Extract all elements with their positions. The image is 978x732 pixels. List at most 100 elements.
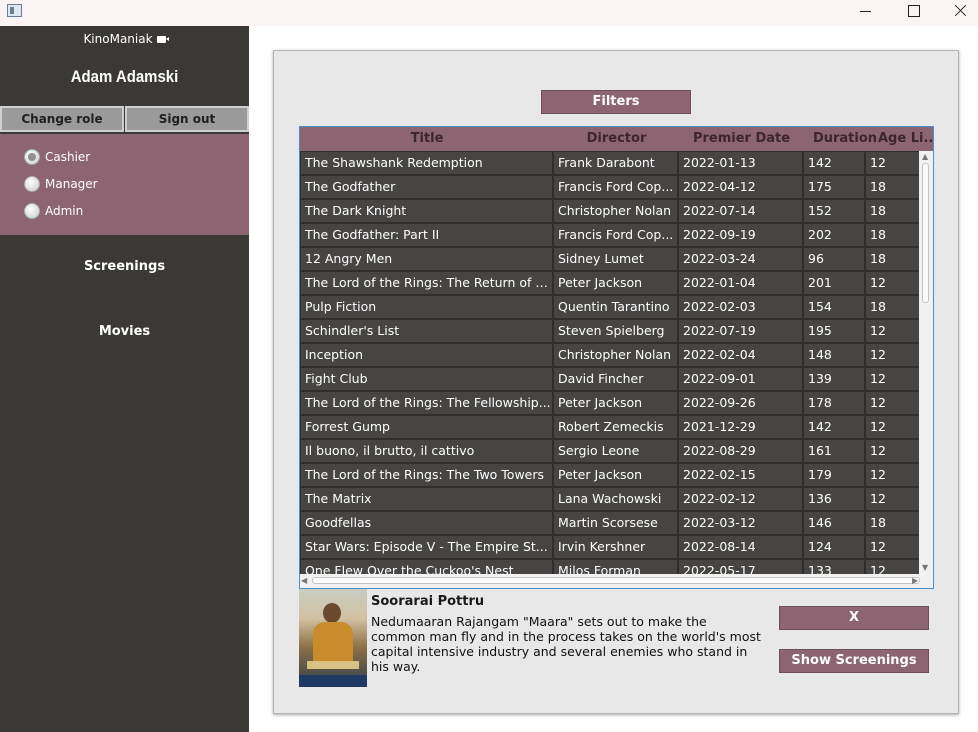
nav-screenings[interactable]: Screenings <box>0 259 249 274</box>
close-details-button[interactable]: X <box>779 606 929 630</box>
sidebar: KinoManiak Adam Adamski Change role Sign… <box>0 26 249 732</box>
table-cell: Milos Forman <box>554 560 677 574</box>
table-row[interactable]: Inception Christopher Nolan 2022-02-04 148 1… <box>300 343 919 367</box>
table-cell: 96 <box>804 248 864 270</box>
table-cell: 18 <box>866 512 919 534</box>
table-row[interactable]: The Dark Knight Christopher Nolan 2022-07-… <box>300 199 919 223</box>
table-cell: 2022-07-19 <box>679 320 802 342</box>
table-row[interactable]: The Godfather: Part II Francis Ford Cop..… <box>300 223 919 247</box>
table-row[interactable]: 12 Angry Men Sidney Lumet 2022-03-24 96 18 <box>300 247 919 271</box>
table-row[interactable]: One Flew Over the Cuckoo's Nest Milos For… <box>300 559 919 574</box>
table-row[interactable]: Schindler's List Steven Spielberg 2022-07-… <box>300 319 919 343</box>
filters-button[interactable]: Filters <box>541 90 691 114</box>
scroll-up-icon[interactable]: ▲ <box>922 152 928 162</box>
radio-checked-icon[interactable] <box>24 149 40 165</box>
minimize-icon[interactable] <box>842 0 888 22</box>
table-cell: 178 <box>804 392 864 414</box>
sign-out-button[interactable]: Sign out <box>125 106 249 132</box>
scroll-right-icon[interactable]: ▶ <box>912 576 918 586</box>
table-cell: 2022-08-14 <box>679 536 802 558</box>
brand-name: KinoManiak <box>83 32 153 46</box>
table-row[interactable]: Goodfellas Martin Scorsese 2022-03-12 146 18 <box>300 511 919 535</box>
table-cell: Sidney Lumet <box>554 248 677 270</box>
table-row[interactable]: The Lord of the Rings: The Two Towers Pet… <box>300 463 919 487</box>
table-cell: Christopher Nolan <box>554 344 677 366</box>
role-radio-manager[interactable]: Manager <box>24 175 98 193</box>
table-cell: Il buono, il brutto, il cattivo <box>301 440 552 462</box>
scroll-down-icon[interactable]: ▼ <box>922 563 928 573</box>
change-role-button[interactable]: Change role <box>0 106 124 132</box>
column-header-age-limit[interactable]: Age Li... <box>876 127 933 151</box>
table-cell: The Lord of the Rings: The Return of t..… <box>301 272 552 294</box>
table-cell: Peter Jackson <box>554 464 677 486</box>
scroll-thumb[interactable] <box>312 577 920 584</box>
table-cell: Frank Darabont <box>554 152 677 174</box>
table-row[interactable]: The Godfather Francis Ford Cop... 2022-04-… <box>300 175 919 199</box>
role-radio-cashier[interactable]: Cashier <box>24 148 90 166</box>
role-label: Manager <box>45 177 98 191</box>
table-cell: 152 <box>804 200 864 222</box>
table-row[interactable]: The Shawshank Redemption Frank Darabont 20… <box>300 151 919 175</box>
table-cell: Inception <box>301 344 552 366</box>
role-radio-admin[interactable]: Admin <box>24 202 83 220</box>
table-cell: 2022-04-12 <box>679 176 802 198</box>
radio-unchecked-icon[interactable] <box>24 203 40 219</box>
movie-poster <box>299 589 367 687</box>
nav-movies[interactable]: Movies <box>0 324 249 339</box>
table-row[interactable]: Star Wars: Episode V - The Empire St... I… <box>300 535 919 559</box>
role-label: Cashier <box>45 150 91 164</box>
table-cell: Peter Jackson <box>554 392 677 414</box>
movies-table: Title Director Premier Date Duration Age… <box>299 126 934 589</box>
close-icon[interactable] <box>936 0 978 22</box>
column-header-premier-date[interactable]: Premier Date <box>679 127 804 151</box>
horizontal-scrollbar[interactable]: ◀ ▶ <box>300 574 933 588</box>
table-cell: 2022-07-14 <box>679 200 802 222</box>
vertical-scrollbar[interactable]: ▲ ▼ <box>919 151 933 574</box>
table-cell: The Godfather <box>301 176 552 198</box>
table-cell: 12 <box>866 152 919 174</box>
show-screenings-button[interactable]: Show Screenings <box>779 649 929 673</box>
table-row[interactable]: Forrest Gump Robert Zemeckis 2021-12-29 142… <box>300 415 919 439</box>
table-row[interactable]: Il buono, il brutto, il cattivo Sergio Le… <box>300 439 919 463</box>
movies-panel: Filters Title Director Premier Date Dura… <box>273 50 959 714</box>
table-cell: 18 <box>866 248 919 270</box>
table-cell: Peter Jackson <box>554 272 677 294</box>
table-cell: 179 <box>804 464 864 486</box>
table-row[interactable]: The Lord of the Rings: The Return of t..… <box>300 271 919 295</box>
table-cell: 2022-09-26 <box>679 392 802 414</box>
table-row[interactable]: The Lord of the Rings: The Fellowship...… <box>300 391 919 415</box>
table-cell: 2022-02-15 <box>679 464 802 486</box>
table-cell: Star Wars: Episode V - The Empire St... <box>301 536 552 558</box>
table-cell: Quentin Tarantino <box>554 296 677 318</box>
table-cell: 18 <box>866 296 919 318</box>
table-cell: 2022-09-01 <box>679 368 802 390</box>
column-header-duration[interactable]: Duration <box>804 127 886 151</box>
column-header-title[interactable]: Title <box>300 127 554 151</box>
maximize-icon[interactable] <box>890 0 936 22</box>
table-cell: 2022-02-04 <box>679 344 802 366</box>
table-cell: 195 <box>804 320 864 342</box>
table-cell: 18 <box>866 176 919 198</box>
table-header: Title Director Premier Date Duration Age… <box>300 127 933 151</box>
table-cell: 2022-03-12 <box>679 512 802 534</box>
table-cell: 2022-08-29 <box>679 440 802 462</box>
table-cell: 124 <box>804 536 864 558</box>
table-cell: Steven Spielberg <box>554 320 677 342</box>
table-cell: Goodfellas <box>301 512 552 534</box>
table-row[interactable]: Pulp Fiction Quentin Tarantino 2022-02-03 1… <box>300 295 919 319</box>
column-header-director[interactable]: Director <box>554 127 679 151</box>
table-row[interactable]: The Matrix Lana Wachowski 2022-02-12 136 12 <box>300 487 919 511</box>
scroll-left-icon[interactable]: ◀ <box>301 576 307 586</box>
radio-unchecked-icon[interactable] <box>24 176 40 192</box>
scroll-thumb[interactable] <box>922 163 929 303</box>
table-cell: 2022-01-13 <box>679 152 802 174</box>
table-cell: Martin Scorsese <box>554 512 677 534</box>
table-cell: 154 <box>804 296 864 318</box>
table-cell: 2022-03-24 <box>679 248 802 270</box>
app-window-icon <box>7 4 22 17</box>
table-cell: 139 <box>804 368 864 390</box>
video-camera-icon <box>156 36 169 43</box>
table-cell: 12 <box>866 392 919 414</box>
table-cell: Francis Ford Cop... <box>554 224 677 246</box>
table-row[interactable]: Fight Club David Fincher 2022-09-01 139 12 <box>300 367 919 391</box>
